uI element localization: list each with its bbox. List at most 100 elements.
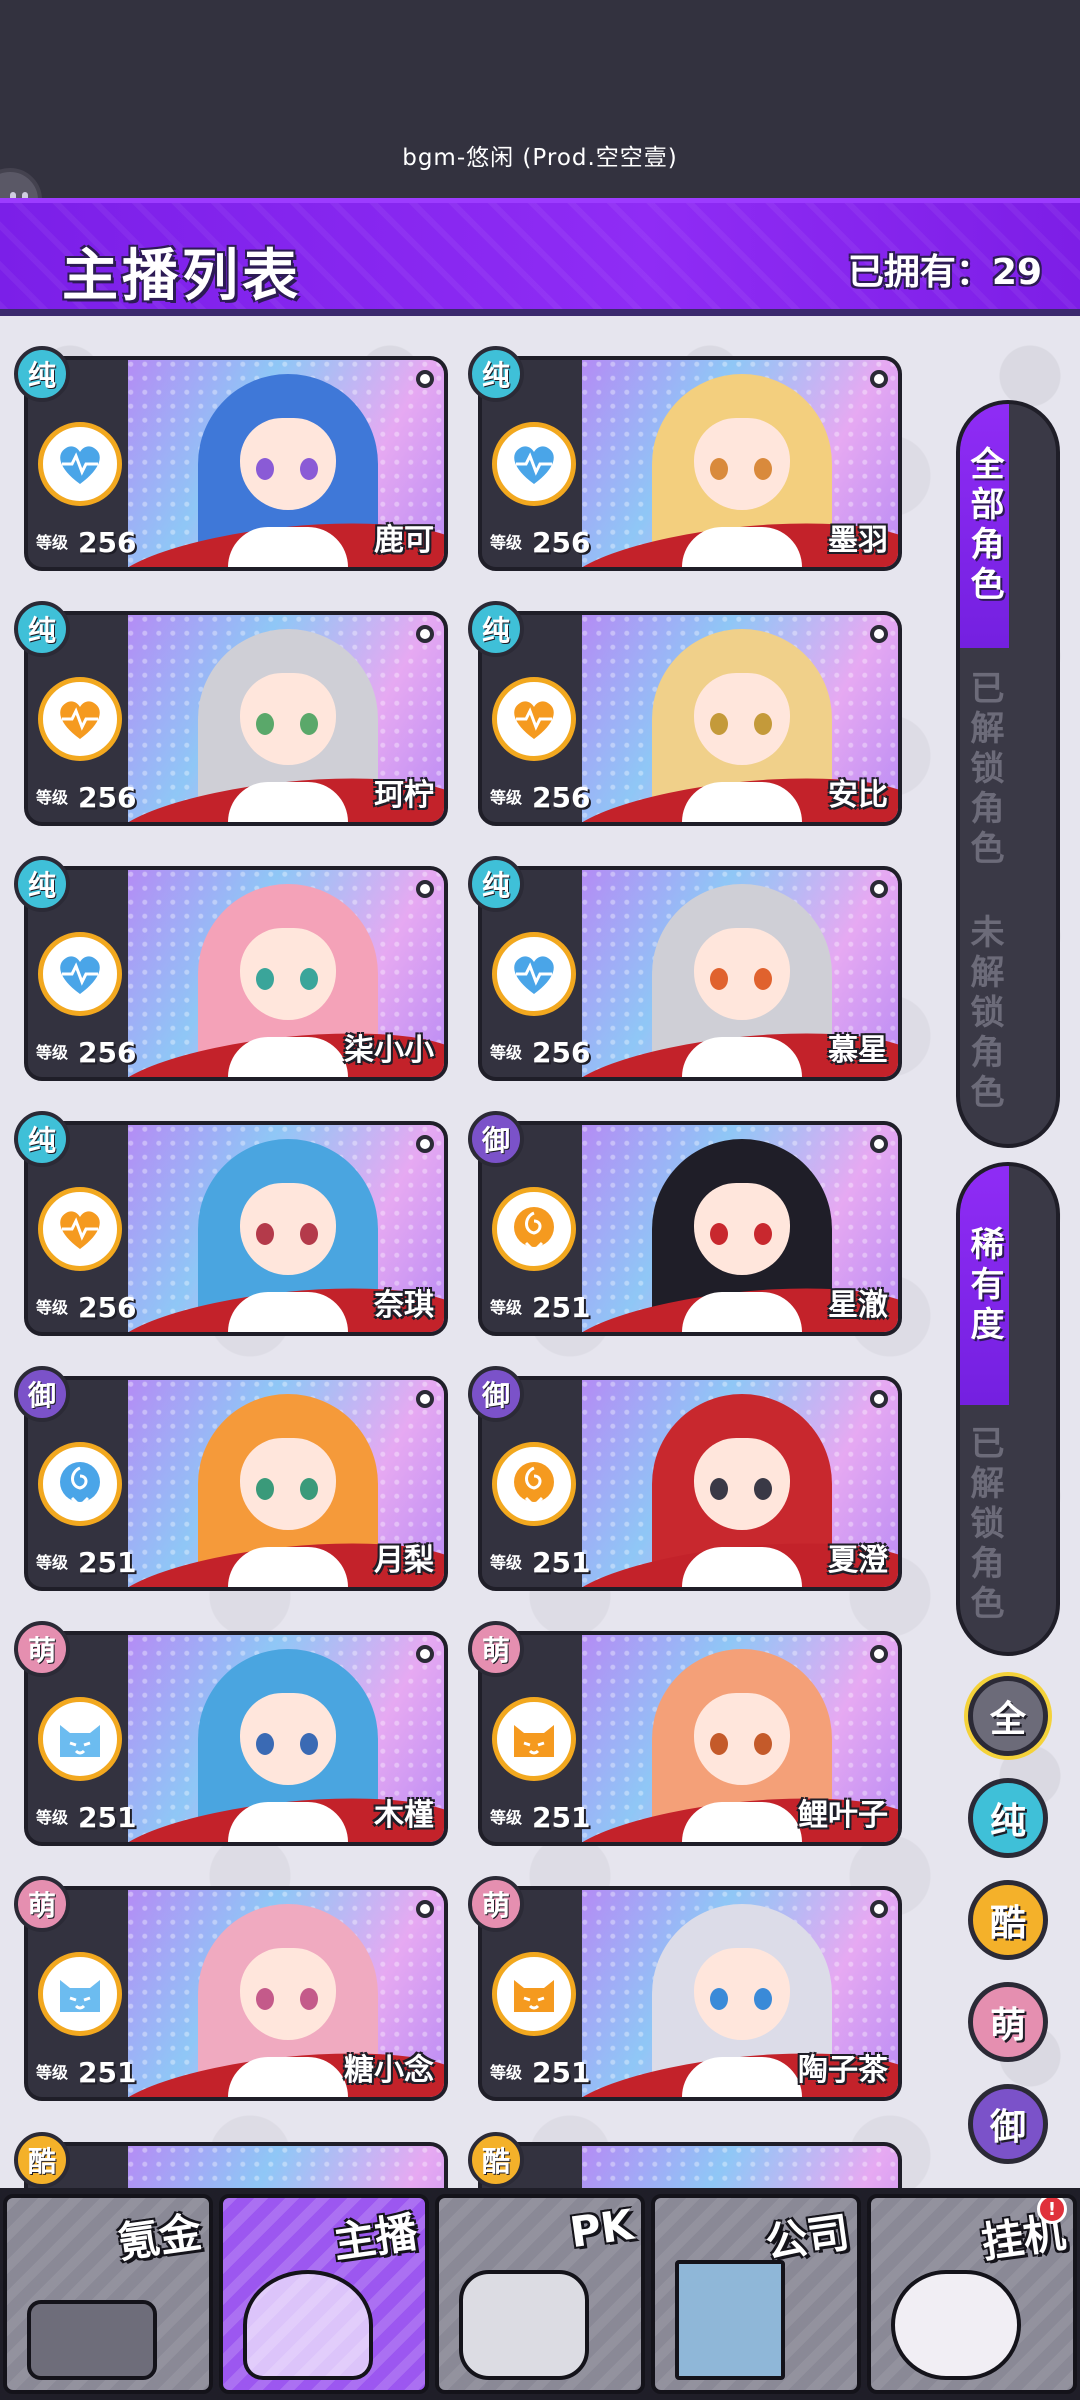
portrait-face [694,418,790,510]
rarity-filter-button[interactable]: 酷 [968,1880,1048,1960]
rarity-filter-button[interactable]: 纯 [968,1778,1048,1858]
portrait-eye [710,1223,728,1245]
streamer-card[interactable]: 慕星 等级 256 纯 [468,856,902,1081]
card-frame [24,2142,448,2188]
streamer-card[interactable]: 安比 等级 256 纯 [468,601,902,826]
nav-art [27,2300,157,2380]
filter-option[interactable]: 已解锁角色 [960,1405,1009,1644]
nav-tab[interactable]: 挂机! [867,2194,1077,2394]
portrait-body [228,782,348,822]
rose-icon [38,1442,122,1526]
portrait-face [240,1948,336,2040]
streamer-card-partial[interactable]: 酷 [14,2132,448,2188]
streamer-card[interactable]: 鲤叶子 等级 251 萌 [468,1621,902,1846]
streamer-list-area[interactable]: 鹿可 等级 256 纯墨羽 等级 256 纯珂柠 等级 256 纯安比 等级 256 纯柒小小 等级 256… [0,316,1080,2188]
streamer-card[interactable]: 陶子茶 等级 251 萌 [468,1876,902,2101]
streamer-grid: 鹿可 等级 256 纯墨羽 等级 256 纯珂柠 等级 256 纯安比 等级 256 纯柒小小 等级 256… [14,346,944,2101]
filter-option[interactable]: 稀有度 [960,1166,1009,1405]
rarity-badge: 萌 [468,1876,524,1932]
nav-tab[interactable]: 公司 [651,2194,861,2394]
portrait-body [682,1037,802,1077]
portrait-face [240,1693,336,1785]
card-pin [870,370,888,388]
portrait-body [682,1292,802,1332]
portrait-eye [754,1988,772,2010]
card-pin [416,880,434,898]
streamer-name: 陶子茶 [798,2053,888,2088]
level-label: 等级 [490,788,523,807]
card-frame: 珂柠 等级 256 [24,611,448,826]
rarity-badge: 纯 [468,346,524,402]
streamer-name: 糖小念 [344,2053,434,2088]
streamer-card[interactable]: 糖小念 等级 251 萌 [14,1876,448,2101]
card-pin [416,1390,434,1408]
nav-art [891,2270,1021,2380]
card-frame: 鲤叶子 等级 251 [478,1631,902,1846]
nav-tab[interactable]: PK [435,2194,645,2394]
portrait-eye [256,1478,274,1500]
portrait-eye [710,1733,728,1755]
portrait-body [228,1802,348,1842]
level-label: 等级 [36,2063,69,2082]
heart-icon [38,1187,122,1271]
portrait-body [228,1037,348,1077]
streamer-card-partial[interactable]: 酷 [468,2132,902,2188]
portrait-eye [710,458,728,480]
nav-art [459,2270,589,2380]
portrait-face [240,418,336,510]
portrait-eye [300,1733,318,1755]
page-header: 主播列表 已拥有：29 [0,198,1080,316]
rarity-filter-button[interactable]: 全 [968,1676,1048,1756]
card-frame [478,2142,902,2188]
portrait-eye [710,713,728,735]
card-pin [416,625,434,643]
level-value: 251 [78,2056,137,2089]
portrait-body [682,1547,802,1587]
nav-art [675,2260,785,2380]
streamer-card[interactable]: 柒小小 等级 256 纯 [14,856,448,1081]
level-value: 251 [78,1801,137,1834]
portrait-face [694,928,790,1020]
portrait-body [228,527,348,567]
rarity-filter-button[interactable]: 御 [968,2084,1048,2164]
nav-tab[interactable]: 主播 [219,2194,429,2394]
streamer-card[interactable]: 木槿 等级 251 萌 [14,1621,448,1846]
filter-option[interactable]: 全部角色 [960,404,1009,648]
streamer-card[interactable]: 鹿可 等级 256 纯 [14,346,448,571]
rarity-badge: 纯 [14,346,70,402]
level-label: 等级 [36,1298,69,1317]
streamer-card[interactable]: 墨羽 等级 256 纯 [468,346,902,571]
card-frame: 糖小念 等级 251 [24,1886,448,2101]
streamer-card[interactable]: 奈琪 等级 256 纯 [14,1111,448,1336]
level-value: 256 [78,781,137,814]
streamer-card[interactable]: 月梨 等级 251 御 [14,1366,448,1591]
rarity-badge: 御 [468,1111,524,1167]
portrait-eye [300,968,318,990]
level-label: 等级 [490,2063,523,2082]
cat-icon [492,1952,576,2036]
streamer-card[interactable]: 夏澄 等级 251 御 [468,1366,902,1591]
level-label: 等级 [490,1043,523,1062]
card-pin [870,1645,888,1663]
rarity-badge: 纯 [14,1111,70,1167]
page-title: 主播列表 [62,244,302,309]
streamer-card[interactable]: 星澈 等级 251 御 [468,1111,902,1336]
partial-row: 酷酷 [14,2132,944,2188]
card-frame: 夏澄 等级 251 [478,1376,902,1591]
rarity-badge: 御 [14,1366,70,1422]
level-label: 等级 [490,1808,523,1827]
nav-tab[interactable]: 氪金 [3,2194,213,2394]
rarity-badge: 酷 [468,2132,524,2188]
card-frame: 陶子茶 等级 251 [478,1886,902,2101]
card-frame: 柒小小 等级 256 [24,866,448,1081]
rarity-filter-button[interactable]: 萌 [968,1982,1048,2062]
card-frame: 墨羽 等级 256 [478,356,902,571]
portrait-eye [256,458,274,480]
streamer-card[interactable]: 珂柠 等级 256 纯 [14,601,448,826]
streamer-name: 柒小小 [344,1033,434,1068]
portrait-eye [300,1988,318,2010]
filter-option[interactable]: 已解锁角色 [960,648,1009,892]
portrait-eye [754,713,772,735]
filter-option[interactable]: 未解锁角色 [960,892,1009,1136]
card-frame: 木槿 等级 251 [24,1631,448,1846]
